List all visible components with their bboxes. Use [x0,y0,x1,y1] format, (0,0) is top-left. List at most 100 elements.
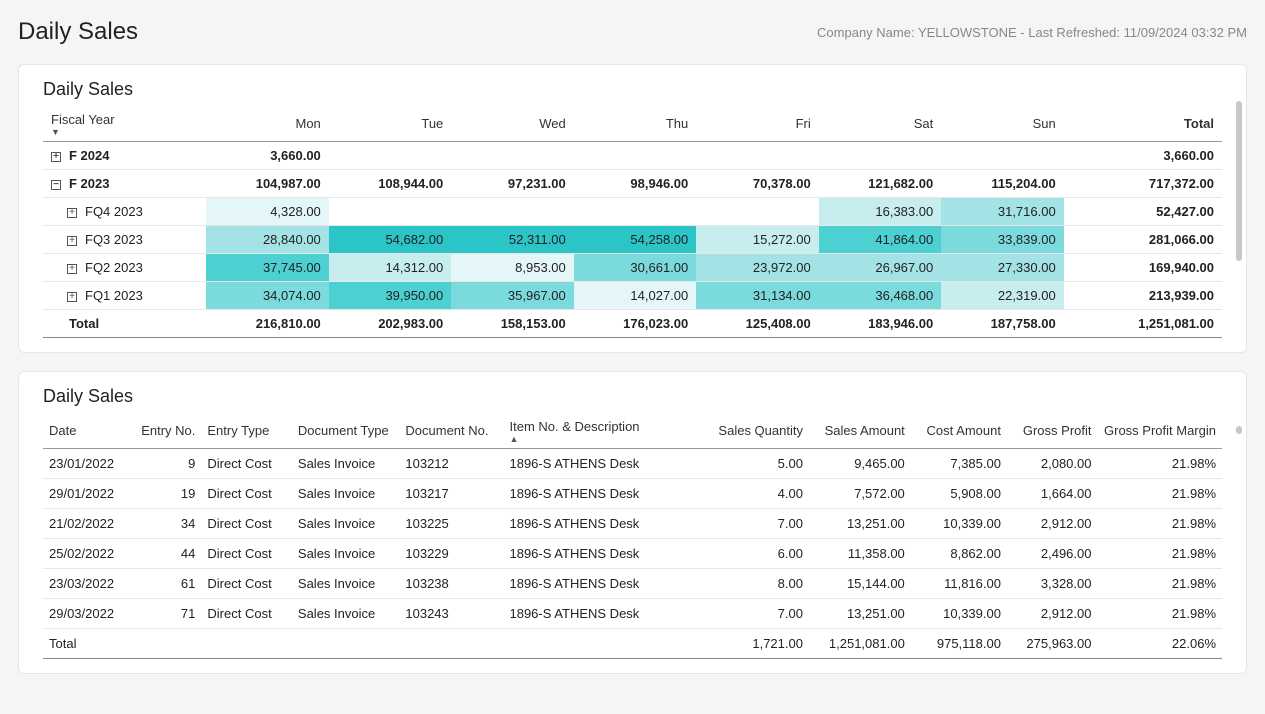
expand-icon[interactable] [51,152,61,162]
detail-row[interactable]: 23/01/20229Direct CostSales Invoice10321… [43,449,1222,479]
pivot-cell: 14,027.00 [574,282,696,310]
pivot-cell: 34,074.00 [206,282,328,310]
detail-row[interactable]: 23/03/202261Direct CostSales Invoice1032… [43,569,1222,599]
pivot-cell: 15,272.00 [696,226,818,254]
pivot-cell: 37,745.00 [206,254,328,282]
pivot-col-sat[interactable]: Sat [819,106,941,142]
detail-header-row: Date Entry No. Entry Type Document Type … [43,413,1222,449]
detail-col-margin[interactable]: Gross Profit Margin [1097,413,1222,449]
pivot-total-row: Total216,810.00202,983.00158,153.00176,0… [43,310,1222,338]
pivot-cell: 35,967.00 [451,282,573,310]
pivot-cell: 717,372.00 [1064,170,1222,198]
collapse-icon[interactable] [51,180,61,190]
detail-cell-profit: 1,664.00 [1007,479,1098,509]
pivot-cell: 41,864.00 [819,226,941,254]
pivot-row-quarter[interactable]: FQ2 202337,745.0014,312.008,953.0030,661… [43,254,1222,282]
expand-icon[interactable] [67,208,77,218]
pivot-row-label[interactable]: F 2023 [43,170,206,198]
detail-cell-docno: 103238 [399,569,503,599]
detail-row[interactable]: 25/02/202244Direct CostSales Invoice1032… [43,539,1222,569]
detail-cell-item: 1896-S ATHENS Desk [503,509,701,539]
pivot-col-sun[interactable]: Sun [941,106,1063,142]
detail-cell-date: 29/01/2022 [43,479,134,509]
detail-row[interactable]: 29/03/202271Direct CostSales Invoice1032… [43,599,1222,629]
pivot-row-quarter[interactable]: FQ1 2023 34,074.0039,950.0035,967.0014,02… [43,282,1222,310]
pivot-scrollbar[interactable] [1236,101,1242,261]
detail-cell-qty: 7.00 [701,599,808,629]
detail-cell-date: 29/03/2022 [43,599,134,629]
detail-col-entrytype[interactable]: Entry Type [201,413,292,449]
detail-cell-date: 23/01/2022 [43,449,134,479]
pivot-cell: 3,660.00 [1064,142,1222,170]
pivot-cell [819,142,941,170]
pivot-row-year[interactable]: F 20243,660.003,660.00 [43,142,1222,170]
detail-col-entryno[interactable]: Entry No. [134,413,202,449]
expand-icon[interactable] [67,292,77,302]
detail-cell-doctype: Sales Invoice [292,509,399,539]
detail-col-qty[interactable]: Sales Quantity [701,413,808,449]
pivot-row-label[interactable]: FQ4 2023 [43,198,206,226]
pivot-total-cell: 176,023.00 [574,310,696,338]
detail-col-profit[interactable]: Gross Profit [1007,413,1098,449]
detail-cell-entrytype: Direct Cost [201,479,292,509]
detail-panel: Daily Sales Date Entry No. Entry Type Do… [18,371,1247,674]
pivot-row-quarter[interactable]: FQ4 20234,328.0016,383.0031,716.0052,427… [43,198,1222,226]
pivot-col-wed[interactable]: Wed [451,106,573,142]
detail-cell-entrytype: Direct Cost [201,539,292,569]
detail-row[interactable]: 21/02/202234Direct CostSales Invoice1032… [43,509,1222,539]
pivot-cell: 39,950.00 [329,282,451,310]
pivot-total-cell: 216,810.00 [206,310,328,338]
pivot-cell [574,198,696,226]
pivot-row-label[interactable]: FQ1 2023 [43,282,206,310]
detail-col-date[interactable]: Date [43,413,134,449]
detail-col-cost[interactable]: Cost Amount [911,413,1007,449]
pivot-col-thu[interactable]: Thu [574,106,696,142]
detail-col-item[interactable]: Item No. & Description ▲ [503,413,701,449]
pivot-row-label-text: F 2023 [69,176,109,191]
detail-cell-sales: 9,465.00 [809,449,911,479]
detail-col-doctype[interactable]: Document Type [292,413,399,449]
pivot-col-mon[interactable]: Mon [206,106,328,142]
detail-cell-margin: 21.98% [1097,449,1222,479]
pivot-cell: 4,328.00 [206,198,328,226]
pivot-total-cell: 158,153.00 [451,310,573,338]
detail-cell-doctype: Sales Invoice [292,539,399,569]
detail-cell-profit: 3,328.00 [1007,569,1098,599]
detail-cell-entrytype: Direct Cost [201,599,292,629]
detail-row[interactable]: 29/01/202219Direct CostSales Invoice1032… [43,479,1222,509]
detail-cell-item: 1896-S ATHENS Desk [503,599,701,629]
pivot-row-quarter[interactable]: FQ3 202328,840.0054,682.0052,311.0054,25… [43,226,1222,254]
pivot-row-year[interactable]: F 2023104,987.00108,944.0097,231.0098,94… [43,170,1222,198]
pivot-row-label[interactable]: FQ2 2023 [43,254,206,282]
detail-col-docno[interactable]: Document No. [399,413,503,449]
expand-icon[interactable] [67,236,77,246]
pivot-row-label-text: FQ1 2023 [85,288,143,303]
detail-col-sales[interactable]: Sales Amount [809,413,911,449]
detail-total-cell: 1,721.00 [701,629,808,659]
pivot-row-label-text: FQ3 2023 [85,232,143,247]
detail-cell-qty: 7.00 [701,509,808,539]
detail-cell-entryno: 71 [134,599,202,629]
pivot-col-fri[interactable]: Fri [696,106,818,142]
pivot-col-total[interactable]: Total [1064,106,1222,142]
detail-cell-qty: 4.00 [701,479,808,509]
pivot-cell [696,198,818,226]
pivot-col-tue[interactable]: Tue [329,106,451,142]
pivot-total-cell: 1,251,081.00 [1064,310,1222,338]
pivot-total-label: Total [43,310,206,338]
pivot-cell: 22,319.00 [941,282,1063,310]
sort-desc-icon: ▼ [51,129,198,135]
detail-total-cell [292,629,399,659]
pivot-row-label[interactable]: F 2024 [43,142,206,170]
pivot-cell: 108,944.00 [329,170,451,198]
detail-cell-sales: 7,572.00 [809,479,911,509]
pivot-total-cell: 125,408.00 [696,310,818,338]
detail-cell-cost: 5,908.00 [911,479,1007,509]
pivot-row-label[interactable]: FQ3 2023 [43,226,206,254]
pivot-col-group[interactable]: Fiscal Year ▼ [43,106,206,142]
expand-icon[interactable] [67,264,77,274]
pivot-cell: 33,839.00 [941,226,1063,254]
detail-cell-sales: 13,251.00 [809,509,911,539]
detail-cell-sales: 11,358.00 [809,539,911,569]
detail-scrollbar[interactable] [1236,426,1242,434]
